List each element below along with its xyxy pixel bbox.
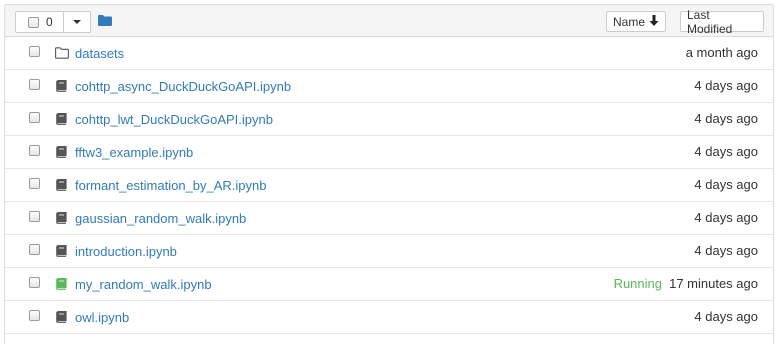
item-modified-time: 4 days ago (694, 210, 758, 225)
notebook-icon (55, 112, 67, 128)
folder-icon[interactable] (98, 14, 112, 29)
list-item[interactable]: formant_estimation_by_AR.ipynb 4 days ago (5, 169, 773, 202)
item-checkbox[interactable] (29, 211, 40, 222)
list-item[interactable]: introduction.ipynb 4 days ago (5, 235, 773, 268)
list-item[interactable]: datasets a month ago (5, 37, 773, 70)
arrow-down-icon (649, 14, 659, 29)
selected-count: 0 (46, 15, 53, 29)
item-modified-time: 4 days ago (694, 144, 758, 159)
item-link[interactable]: owl.ipynb (75, 310, 129, 325)
list-item[interactable]: cohttp_async_DuckDuckGoAPI.ipynb 4 days a… (5, 70, 773, 103)
notebook-icon (55, 310, 67, 326)
item-link[interactable]: cohttp_async_DuckDuckGoAPI.ipynb (75, 79, 291, 94)
item-modified-time: 4 days ago (694, 177, 758, 192)
last-modified-label: Last Modified (687, 7, 733, 36)
item-checkbox[interactable] (29, 310, 40, 321)
item-modified-time: 4 days ago (694, 243, 758, 258)
list-item[interactable]: gaussian_random_walk.ipynb 4 days ago (5, 202, 773, 235)
item-link[interactable]: gaussian_random_walk.ipynb (75, 211, 246, 226)
item-checkbox[interactable] (29, 46, 40, 57)
list-item[interactable]: my_random_walk.ipynb Running 17 minutes ag… (5, 268, 773, 301)
notebook-icon (55, 145, 67, 161)
select-all-group: 0 (15, 11, 91, 33)
list-item[interactable]: fftw3_example.ipynb 4 days ago (5, 136, 773, 169)
notebook-icon (55, 211, 67, 227)
item-modified-time: 17 minutes ago (669, 276, 758, 291)
item-checkbox[interactable] (29, 277, 40, 288)
item-checkbox[interactable] (29, 145, 40, 156)
select-all-checkbox[interactable] (28, 16, 39, 28)
file-list: datasets a month ago cohttp_async_DuckDuck… (5, 37, 773, 334)
notebook-icon (55, 244, 67, 260)
sort-by-last-modified-button[interactable]: Last Modified (680, 8, 764, 36)
item-checkbox[interactable] (29, 244, 40, 255)
list-item[interactable]: cohttp_lwt_DuckDuckGoAPI.ipynb 4 days ago (5, 103, 773, 136)
item-checkbox[interactable] (29, 112, 40, 123)
item-modified-time: 4 days ago (694, 78, 758, 93)
running-status: Running (613, 276, 662, 291)
file-list-panel: 0 Name Last Modified datasets a month ago… (4, 4, 774, 344)
item-modified-time: a month ago (685, 45, 758, 60)
folder-icon (55, 47, 69, 62)
sort-by-name-button[interactable]: Name (606, 11, 666, 32)
select-all-button[interactable]: 0 (16, 12, 64, 32)
item-link[interactable]: datasets (75, 46, 124, 61)
item-checkbox[interactable] (29, 178, 40, 189)
caret-down-icon (73, 20, 81, 24)
item-link[interactable]: my_random_walk.ipynb (75, 277, 212, 292)
item-link[interactable]: fftw3_example.ipynb (75, 145, 193, 160)
notebook-icon (55, 79, 67, 95)
item-checkbox[interactable] (29, 79, 40, 90)
file-list-header: 0 Name Last Modified (5, 5, 773, 37)
item-modified-time: 4 days ago (694, 111, 758, 126)
list-item[interactable]: owl.ipynb 4 days ago (5, 301, 773, 334)
select-dropdown-button[interactable] (64, 12, 90, 32)
notebook-icon (55, 277, 67, 293)
sort-name-label: Name (613, 14, 646, 29)
item-link[interactable]: formant_estimation_by_AR.ipynb (75, 178, 267, 193)
item-link[interactable]: introduction.ipynb (75, 244, 177, 259)
item-link[interactable]: cohttp_lwt_DuckDuckGoAPI.ipynb (75, 112, 273, 127)
item-modified-time: 4 days ago (694, 309, 758, 324)
notebook-icon (55, 178, 67, 194)
